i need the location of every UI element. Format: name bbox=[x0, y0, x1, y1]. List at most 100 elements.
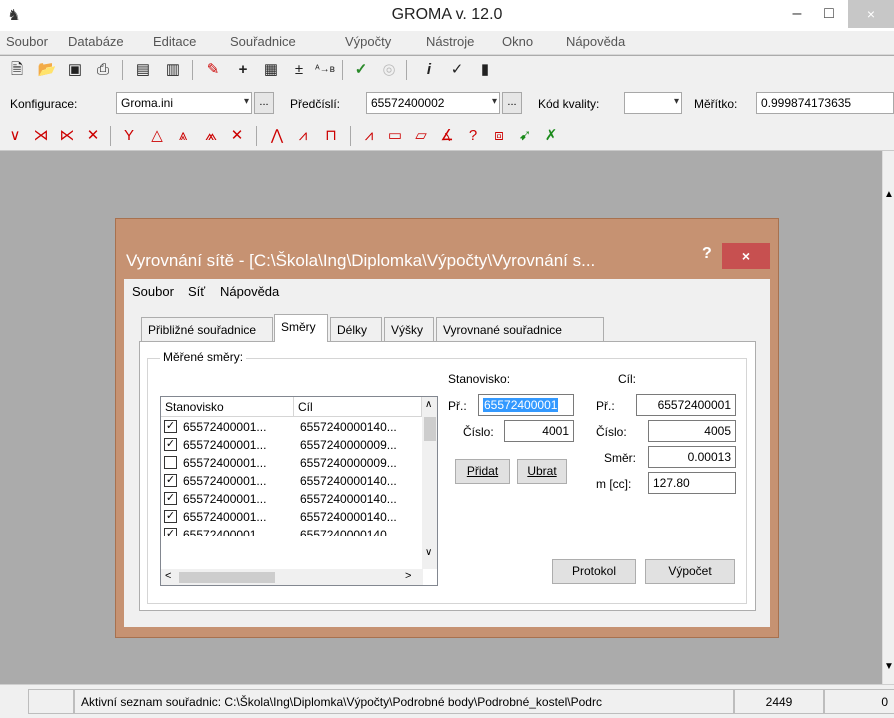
menu-napoveda[interactable]: Nápověda bbox=[566, 34, 625, 49]
column-header-cil[interactable]: Cíl bbox=[294, 397, 422, 417]
scroll-thumb[interactable] bbox=[179, 572, 275, 583]
scroll-up-icon[interactable]: ▲ bbox=[884, 189, 894, 200]
konfigurace-browse-button[interactable]: ... bbox=[254, 92, 274, 114]
offset-icon[interactable]: ⊓ bbox=[320, 125, 342, 147]
save-icon[interactable]: ▣ bbox=[64, 59, 86, 81]
intersection-tool-icon[interactable]: ⋊ bbox=[30, 125, 52, 147]
menu-vypocty[interactable]: Výpočty bbox=[345, 34, 391, 49]
row-checkbox[interactable]: ✓ bbox=[164, 528, 177, 536]
row-checkbox[interactable] bbox=[164, 456, 177, 469]
row-checkbox[interactable]: ✓ bbox=[164, 420, 177, 433]
cil-pr-input[interactable]: 65572400001 bbox=[636, 394, 736, 416]
polyline-icon[interactable]: ⋀ bbox=[266, 125, 288, 147]
dialog-menu-soubor[interactable]: Soubor bbox=[132, 284, 174, 299]
checkmark-icon[interactable]: ✓ bbox=[446, 59, 468, 81]
info-icon[interactable]: i bbox=[418, 59, 440, 81]
green-cross-icon[interactable]: ✗ bbox=[540, 125, 562, 147]
meritko-combo[interactable]: 0.999874173635 bbox=[756, 92, 894, 114]
triple-triangle-icon[interactable]: ⩕ bbox=[200, 125, 222, 147]
column-header-stanovisko[interactable]: Stanovisko bbox=[161, 397, 294, 417]
green-arrow-icon[interactable]: ➹ bbox=[514, 125, 536, 147]
tab-priblizne-souradnice[interactable]: Přibližné souřadnice bbox=[141, 317, 273, 341]
tab-vysky[interactable]: Výšky bbox=[384, 317, 434, 341]
cil-m-input[interactable]: 127.80 bbox=[648, 472, 736, 494]
scroll-left-icon[interactable]: < bbox=[165, 570, 171, 582]
rectangle-icon[interactable]: ▭ bbox=[384, 125, 406, 147]
resection-tool-icon[interactable]: ⋉ bbox=[56, 125, 78, 147]
cil-cislo-input[interactable]: 4005 bbox=[648, 420, 736, 442]
angle-tool-icon[interactable]: ∨ bbox=[4, 125, 26, 147]
help-circle-icon[interactable]: ? bbox=[462, 125, 484, 147]
ab-icon[interactable]: ᴬ→ʙ bbox=[314, 59, 336, 81]
list-item[interactable]: ✓ 65572400001... 6557240000140... bbox=[161, 490, 423, 508]
list-vertical-scrollbar[interactable]: ∧ ∨ bbox=[422, 397, 437, 569]
tab-smery[interactable]: Směry bbox=[274, 314, 328, 342]
predcisli-combo[interactable]: 65572400002 ▾ bbox=[366, 92, 500, 114]
protokol-button[interactable]: Protokol bbox=[552, 559, 636, 584]
maximize-button[interactable]: □ bbox=[812, 0, 846, 28]
list-item[interactable]: 65572400001... 6557240000009... bbox=[161, 454, 423, 472]
minimize-button[interactable]: – bbox=[780, 0, 814, 28]
cross-icon[interactable]: ✕ bbox=[226, 125, 248, 147]
menu-soubor[interactable]: Soubor bbox=[6, 34, 48, 49]
menu-nastroje[interactable]: Nástroje bbox=[426, 34, 474, 49]
plus-icon[interactable]: + bbox=[232, 59, 254, 81]
transform-icon[interactable]: ⩘ bbox=[358, 125, 380, 147]
list-item[interactable]: ✓ 65572400001... 6557240000009... bbox=[161, 436, 423, 454]
row-checkbox[interactable]: ✓ bbox=[164, 510, 177, 523]
list-item[interactable]: ✓ 65572400001... 6557240000140... bbox=[161, 508, 423, 526]
tab-delky[interactable]: Délky bbox=[330, 317, 382, 341]
check-graph-icon[interactable]: ✓ bbox=[350, 59, 372, 81]
list-item[interactable]: ✓ 65572400001 6557240000140 bbox=[161, 526, 423, 536]
menu-okno[interactable]: Okno bbox=[502, 34, 533, 49]
directions-list[interactable]: Stanovisko Cíl ✓ 65572400001... 6557240000… bbox=[160, 396, 438, 586]
free-station-icon[interactable]: Y bbox=[118, 125, 140, 147]
list-horizontal-scrollbar[interactable]: < > bbox=[161, 569, 423, 585]
dialog-help-button[interactable]: ? bbox=[702, 245, 712, 263]
scroll-thumb[interactable] bbox=[424, 417, 436, 441]
menu-editace[interactable]: Editace bbox=[153, 34, 196, 49]
menu-databaze[interactable]: Databáze bbox=[68, 34, 124, 49]
list-item[interactable]: ✓ 65572400001... 6557240000140... bbox=[161, 472, 423, 490]
menu-souradnice[interactable]: Souřadnice bbox=[230, 34, 296, 49]
kod-kvality-combo[interactable]: ▾ bbox=[624, 92, 682, 114]
calculator-icon[interactable]: ▦ bbox=[260, 59, 282, 81]
stanovisko-cislo-input[interactable]: 4001 bbox=[504, 420, 574, 442]
arc-icon[interactable]: ∡ bbox=[436, 125, 458, 147]
cube-icon[interactable]: ⧈ bbox=[488, 125, 510, 147]
plus-minus-icon[interactable]: ± bbox=[288, 59, 310, 81]
pridat-button[interactable]: Přidat bbox=[455, 459, 510, 484]
predcisli-browse-button[interactable]: ... bbox=[502, 92, 522, 114]
row-checkbox[interactable]: ✓ bbox=[164, 492, 177, 505]
book-icon[interactable]: ▮ bbox=[474, 59, 496, 81]
tab-vyrovnane-souradnice[interactable]: Vyrovnané souřadnice bbox=[436, 317, 604, 341]
edit-list-icon[interactable]: ▥ bbox=[162, 59, 184, 81]
list-item[interactable]: ✓ 65572400001... 6557240000140... bbox=[161, 418, 423, 436]
dialog-menu-sit[interactable]: Síť bbox=[188, 284, 205, 299]
main-vertical-scrollbar[interactable]: ▲ ▼ bbox=[882, 151, 894, 684]
double-triangle-icon[interactable]: ⩓ bbox=[172, 125, 194, 147]
scroll-down-icon[interactable]: ▼ bbox=[884, 661, 894, 672]
dialog-menu-napoveda[interactable]: Nápověda bbox=[220, 284, 279, 299]
arc-intersection-icon[interactable]: ✕ bbox=[82, 125, 104, 147]
gps-icon[interactable]: ◎ bbox=[378, 59, 400, 81]
dialog-close-button[interactable]: × bbox=[722, 243, 770, 269]
ubrat-button[interactable]: Ubrat bbox=[517, 459, 567, 484]
row-checkbox[interactable]: ✓ bbox=[164, 474, 177, 487]
open-folder-icon[interactable]: 📂 bbox=[36, 59, 58, 81]
close-button[interactable]: × bbox=[848, 0, 894, 28]
list-icon[interactable]: ▤ bbox=[132, 59, 154, 81]
cil-smer-input[interactable]: 0.00013 bbox=[648, 446, 736, 468]
print-icon[interactable]: ⎙ bbox=[92, 59, 114, 81]
konfigurace-combo[interactable]: Groma.ini ▾ bbox=[116, 92, 252, 114]
scroll-right-icon[interactable]: > bbox=[405, 570, 411, 582]
vypocet-button[interactable]: Výpočet bbox=[645, 559, 735, 584]
triangle-icon[interactable]: △ bbox=[146, 125, 168, 147]
pen-icon[interactable]: ✎ bbox=[202, 59, 224, 81]
new-file-icon[interactable]: 🗎 bbox=[6, 59, 28, 81]
scroll-up-icon[interactable]: ∧ bbox=[425, 399, 432, 410]
stanovisko-pr-input[interactable]: 65572400001 bbox=[478, 394, 574, 416]
traverse-icon[interactable]: ⩘ bbox=[292, 125, 314, 147]
row-checkbox[interactable]: ✓ bbox=[164, 438, 177, 451]
scroll-down-icon[interactable]: ∨ bbox=[425, 547, 432, 558]
